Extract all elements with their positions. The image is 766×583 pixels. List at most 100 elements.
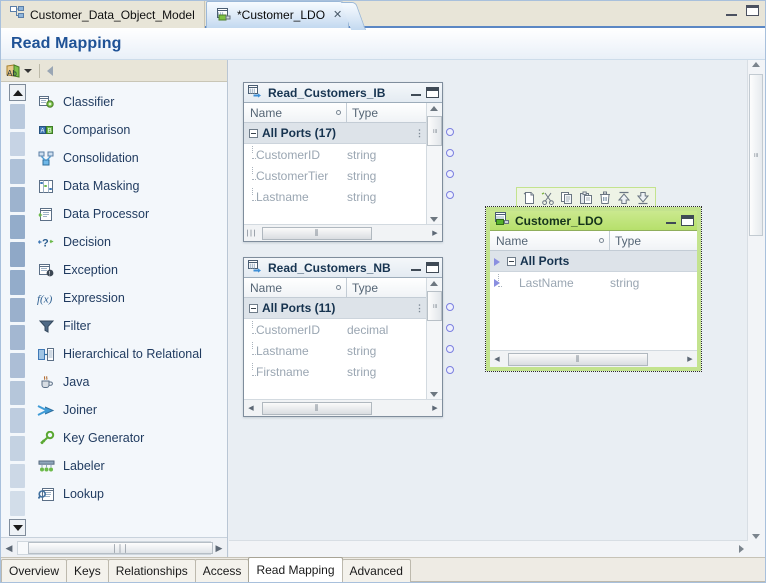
chevron-down-icon[interactable] <box>24 69 32 73</box>
tab-relationships[interactable]: Relationships <box>108 559 196 582</box>
tab-read-mapping[interactable]: Read Mapping <box>248 557 342 582</box>
editor-tab-customer-ldo[interactable]: *Customer_LDO ✕ <box>206 1 349 28</box>
palette-item-hierarchical-to-relational[interactable]: Hierarchical to Relational <box>33 340 223 368</box>
canvas-horizontal-scrollbar[interactable] <box>229 540 748 558</box>
port-connector[interactable] <box>446 149 454 157</box>
scroll-down-icon[interactable] <box>430 392 438 397</box>
palette-item-joiner[interactable]: Joiner <box>33 396 223 424</box>
palette-item-consolidation[interactable]: Consolidation <box>33 144 223 172</box>
copy-icon[interactable] <box>559 190 575 206</box>
scroll-right-icon[interactable]: ▶ <box>428 404 442 412</box>
push-up-icon[interactable] <box>616 190 632 206</box>
data-object-titlebar[interactable]: Read_Customers_NB <box>244 258 442 278</box>
minimize-icon[interactable] <box>411 262 421 271</box>
minimize-icon[interactable] <box>666 215 676 224</box>
port-group-all-ports[interactable]: All Ports (17) ⋮⋮ <box>244 123 442 144</box>
scroll-up-icon[interactable] <box>752 62 760 67</box>
palette-item-labeler[interactable]: Labeler <box>33 452 223 480</box>
column-header-name[interactable]: Name <box>490 231 610 250</box>
palette-item-decision[interactable]: ? Decision <box>33 228 223 256</box>
expand-arrow-icon[interactable] <box>494 251 504 272</box>
maximize-icon[interactable] <box>746 5 759 16</box>
cut-icon[interactable] <box>540 190 556 206</box>
scroll-up-icon[interactable] <box>430 281 438 286</box>
panel-scroll-track[interactable]: ⦀ <box>258 227 428 240</box>
collapse-icon[interactable] <box>249 129 258 138</box>
panel-scroll-thumb[interactable]: ⦀ <box>262 227 372 240</box>
maximize-icon[interactable] <box>426 87 439 98</box>
panel-scroll-track[interactable]: ⦀ <box>258 402 428 415</box>
port-row[interactable]: LastName string <box>490 272 697 293</box>
port-connector[interactable] <box>446 128 454 136</box>
scroll-left-icon[interactable]: ∣∣∣ <box>244 229 258 237</box>
canvas-vertical-scrollbar[interactable]: ≡ <box>747 60 765 541</box>
port-row[interactable]: CustomerID string <box>244 144 442 165</box>
data-object-titlebar[interactable]: Customer_LDO <box>490 211 697 231</box>
palette-scroll-indicator[interactable] <box>9 82 26 538</box>
palette-scroll-up-button[interactable] <box>9 84 26 101</box>
panel-vertical-scrollbar[interactable]: ≡ <box>426 103 442 225</box>
port-row[interactable]: CustomerTier string <box>244 165 442 186</box>
new-icon[interactable] <box>521 190 537 206</box>
panel-scroll-track[interactable]: ⦀ <box>504 353 683 366</box>
data-object-read-customers-nb[interactable]: Read_Customers_NB Name Type <box>243 257 443 417</box>
scroll-right-icon[interactable]: ▶ <box>211 543 227 554</box>
panel-horizontal-scrollbar[interactable]: ◀ ⦀ ▶ <box>490 350 697 367</box>
palette-item-data-processor[interactable]: Data Processor <box>33 200 223 228</box>
panel-scroll-thumb[interactable]: ≡ <box>427 116 442 146</box>
panel-horizontal-scrollbar[interactable]: ∣∣∣ ⦀ ▶ <box>244 224 442 241</box>
palette-scroll-thumb[interactable]: ∣∣∣ <box>28 542 213 554</box>
collapse-icon[interactable] <box>249 304 258 313</box>
maximize-icon[interactable] <box>681 215 694 226</box>
port-connector[interactable] <box>446 170 454 178</box>
paste-icon[interactable] <box>578 190 594 206</box>
palette-item-expression[interactable]: f(x) Expression <box>33 284 223 312</box>
delete-icon[interactable] <box>597 190 613 206</box>
mapping-canvas[interactable]: Read_Customers_IB Name Type <box>229 60 765 558</box>
port-row[interactable]: Lastname string <box>244 340 442 361</box>
port-row[interactable]: CustomerID decimal <box>244 319 442 340</box>
data-object-read-customers-ib[interactable]: Read_Customers_IB Name Type <box>243 82 443 242</box>
pull-down-icon[interactable] <box>635 190 651 206</box>
collapse-icon[interactable] <box>507 257 516 266</box>
scroll-left-icon[interactable]: ◀ <box>490 355 504 363</box>
scroll-left-icon[interactable]: ◀ <box>244 404 258 412</box>
panel-horizontal-scrollbar[interactable]: ◀ ⦀ ▶ <box>244 399 442 416</box>
panel-vertical-scrollbar[interactable]: ≡ <box>426 278 442 400</box>
scroll-left-icon[interactable]: ◀ <box>1 543 17 554</box>
tab-overview[interactable]: Overview <box>1 559 67 582</box>
port-group-all-ports[interactable]: All Ports <box>490 251 697 272</box>
column-header-type[interactable]: Type <box>610 234 641 248</box>
minimize-icon[interactable] <box>411 87 421 96</box>
data-object-titlebar[interactable]: Read_Customers_IB <box>244 83 442 103</box>
collapse-palette-icon[interactable] <box>47 66 53 76</box>
palette-item-classifier[interactable]: Classifier <box>33 88 223 116</box>
palette-item-exception[interactable]: ! Exception <box>33 256 223 284</box>
scroll-up-icon[interactable] <box>430 106 438 111</box>
column-header-type[interactable]: Type <box>347 281 378 295</box>
minimize-icon[interactable] <box>726 6 737 16</box>
maximize-icon[interactable] <box>426 262 439 273</box>
canvas-surface[interactable]: Read_Customers_IB Name Type <box>229 60 748 541</box>
port-group-all-ports[interactable]: All Ports (11) ⋮⋮ <box>244 298 442 319</box>
palette-layout-button[interactable]: Ab <box>6 64 32 78</box>
palette-item-filter[interactable]: Filter <box>33 312 223 340</box>
column-header-type[interactable]: Type <box>347 106 378 120</box>
port-connector[interactable] <box>446 345 454 353</box>
tab-advanced[interactable]: Advanced <box>342 559 411 582</box>
port-connector[interactable] <box>446 191 454 199</box>
palette-item-java[interactable]: Java <box>33 368 223 396</box>
palette-item-comparison[interactable]: AB Comparison <box>33 116 223 144</box>
palette-scroll-down-button[interactable] <box>9 519 26 536</box>
object-context-toolbar[interactable] <box>516 187 656 209</box>
palette-item-key-generator[interactable]: Key Generator <box>33 424 223 452</box>
palette-scroll-track[interactable]: ∣∣∣ <box>17 541 211 555</box>
port-connector[interactable] <box>446 303 454 311</box>
port-connector[interactable] <box>446 324 454 332</box>
port-row[interactable]: Firstname string <box>244 361 442 382</box>
tab-keys[interactable]: Keys <box>66 559 109 582</box>
scroll-down-icon[interactable] <box>752 534 760 539</box>
column-header-name[interactable]: Name <box>244 103 347 122</box>
panel-scroll-thumb[interactable]: ⦀ <box>262 402 372 415</box>
tab-access[interactable]: Access <box>195 559 250 582</box>
